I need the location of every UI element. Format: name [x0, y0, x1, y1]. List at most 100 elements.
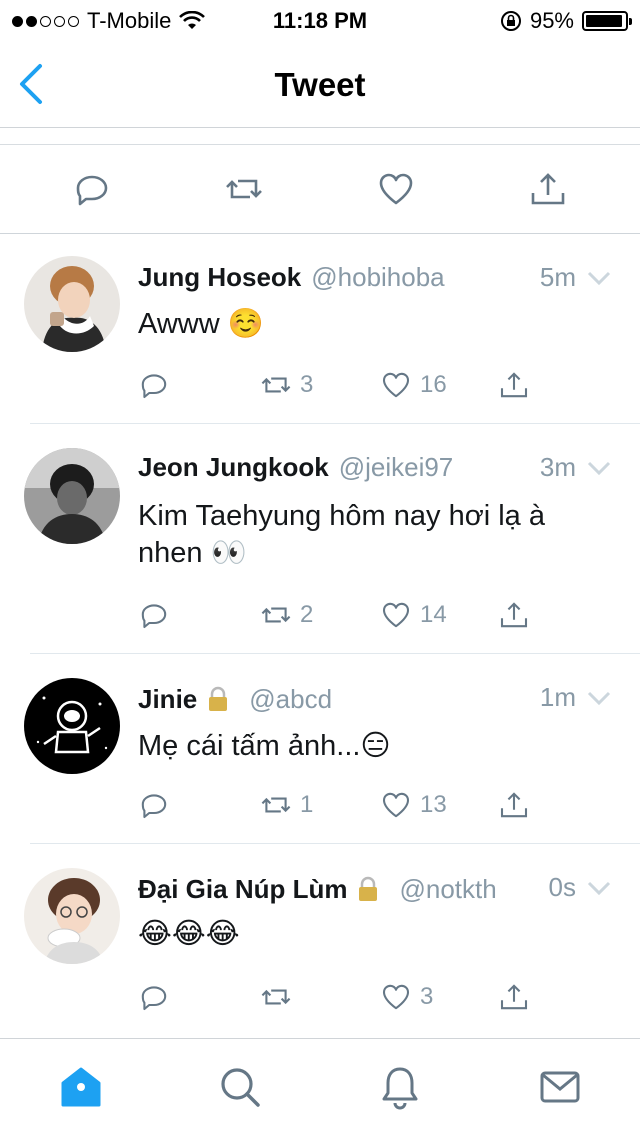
chevron-down-icon[interactable]: [586, 460, 612, 476]
share-button[interactable]: [528, 169, 568, 209]
chevron-down-icon[interactable]: [586, 880, 612, 896]
battery-percent: 95%: [529, 8, 574, 33]
home-icon: [61, 1067, 101, 1107]
tweet-text: Mẹ cái tấm ảnh...😑: [138, 730, 391, 762]
tweet-text: Awww ☺️: [138, 308, 264, 340]
share-icon: [500, 372, 528, 398]
retweet-button[interactable]: 3: [260, 368, 313, 402]
retweet-count: 1: [300, 791, 314, 818]
avatar[interactable]: [24, 256, 120, 352]
avatar[interactable]: [24, 868, 120, 964]
share-icon: [531, 173, 565, 205]
share-button[interactable]: [498, 788, 530, 822]
lock-icon: [209, 686, 228, 711]
display-name[interactable]: Jinie: [138, 684, 197, 715]
reply-icon: [76, 175, 108, 206]
display-name[interactable]: Đại Gia Núp Lùm: [138, 874, 347, 905]
retweet-icon: [261, 989, 291, 1005]
user-handle[interactable]: @notkth: [399, 874, 496, 905]
share-button[interactable]: [498, 368, 530, 402]
retweet-icon: [261, 607, 291, 623]
share-icon: [500, 984, 528, 1010]
avatar[interactable]: [24, 448, 120, 544]
like-icon: [382, 372, 410, 398]
search-icon: [221, 1068, 260, 1107]
tab-home[interactable]: [57, 1063, 105, 1111]
nav-bar: Tweet: [0, 40, 640, 128]
reply-action-bar: 2 14: [138, 598, 578, 632]
like-icon: [382, 984, 410, 1010]
chevron-down-icon[interactable]: [586, 270, 612, 286]
retweet-icon: [261, 797, 291, 813]
retweet-button[interactable]: 1: [260, 788, 313, 822]
timestamp: 1m: [539, 682, 576, 712]
display-name[interactable]: Jeon Jungkook: [138, 452, 329, 483]
avatar-image-jinie: [24, 678, 120, 774]
like-button[interactable]: 3: [380, 980, 433, 1014]
orientation-lock-icon: [500, 11, 521, 31]
reply-button[interactable]: [138, 788, 170, 822]
tweet-text: Kim Taehyung hôm nay hơi lạ à nhen 👀: [138, 500, 545, 569]
like-icon: [382, 792, 410, 818]
status-bar: T-Mobile 11:18 PM 95%: [0, 0, 640, 40]
reply-icon: [141, 604, 167, 629]
user-handle[interactable]: @jeikei97: [339, 452, 454, 483]
notifications-icon: [382, 1067, 418, 1110]
tab-search[interactable]: [216, 1063, 264, 1111]
reply-action-bar: 3: [138, 980, 578, 1014]
share-icon: [500, 602, 528, 628]
timestamp: 5m: [539, 262, 576, 292]
like-count: 16: [420, 371, 447, 398]
timestamp: 3m: [539, 452, 576, 482]
reply-icon: [141, 794, 167, 819]
avatar[interactable]: [24, 678, 120, 774]
reply-header: Jung Hoseok @hobihoba 5m: [138, 262, 612, 293]
timestamp: 0s: [548, 872, 576, 902]
tab-bar: [0, 1038, 640, 1136]
tweet-text: 😂😂😂: [138, 918, 240, 950]
lock-icon: [359, 876, 378, 901]
tab-notifications[interactable]: [376, 1063, 424, 1111]
retweet-button[interactable]: 2: [260, 598, 313, 632]
like-button[interactable]: 14: [380, 598, 447, 632]
like-count: 3: [420, 983, 434, 1010]
like-count: 14: [420, 601, 447, 628]
reply-tweet[interactable]: Jung Hoseok @hobihoba 5m Awww ☺️ 3 16: [0, 234, 640, 424]
reply-button[interactable]: [138, 368, 170, 402]
like-button[interactable]: 16: [380, 368, 447, 402]
tab-messages[interactable]: [536, 1063, 584, 1111]
reply-icon: [141, 986, 167, 1011]
retweet-count: 2: [300, 601, 314, 628]
retweet-count: 3: [300, 371, 314, 398]
reply-tweet[interactable]: Jinie @abcd 1m Mẹ cái tấm ảnh...😑 1 13: [0, 654, 640, 844]
reply-button[interactable]: [72, 169, 112, 209]
page-title: Tweet: [274, 66, 366, 103]
share-button[interactable]: [498, 980, 530, 1014]
chevron-down-icon[interactable]: [586, 690, 612, 706]
tweet-action-bar: [0, 144, 640, 234]
avatar-image-jeon-jungkook: [24, 448, 120, 544]
like-icon: [382, 602, 410, 628]
retweet-button[interactable]: [260, 980, 300, 1014]
reply-header: Jinie @abcd 1m: [138, 682, 612, 715]
reply-tweet[interactable]: Đại Gia Núp Lùm @notkth 0s 😂😂😂 3: [0, 844, 640, 1036]
like-button[interactable]: 13: [380, 788, 447, 822]
share-button[interactable]: [498, 598, 530, 632]
like-button[interactable]: [376, 169, 416, 209]
retweet-button[interactable]: [224, 169, 264, 209]
reply-button[interactable]: [138, 980, 170, 1014]
share-icon: [500, 792, 528, 818]
like-count: 13: [420, 791, 447, 818]
display-name[interactable]: Jung Hoseok: [138, 262, 301, 293]
retweet-icon: [261, 377, 291, 393]
reply-action-bar: 3 16: [138, 368, 578, 402]
reply-tweet[interactable]: Jeon Jungkook @jeikei97 3m Kim Taehyung …: [0, 424, 640, 654]
reply-button[interactable]: [138, 598, 170, 632]
reply-header: Đại Gia Núp Lùm @notkth 0s: [138, 872, 612, 905]
retweet-icon: [226, 179, 262, 199]
user-handle[interactable]: @abcd: [249, 684, 332, 715]
messages-icon: [540, 1071, 580, 1103]
avatar-image-dai-gia: [24, 868, 120, 964]
reply-icon: [141, 374, 167, 399]
user-handle[interactable]: @hobihoba: [311, 262, 444, 293]
